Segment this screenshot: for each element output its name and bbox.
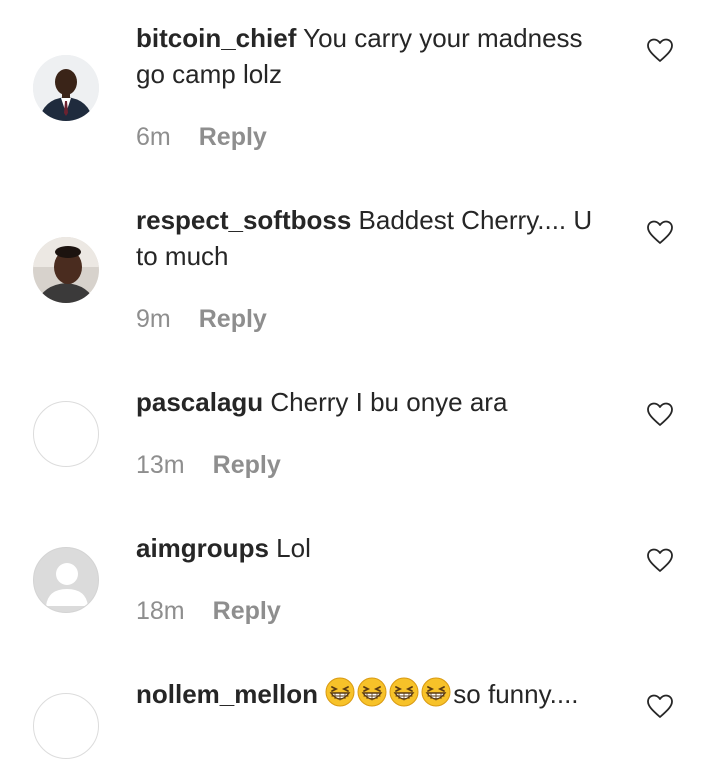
comment-username[interactable]: respect_softboss: [136, 205, 351, 235]
comment-meta: 18m Reply: [136, 597, 281, 626]
comment-timestamp: 18m: [136, 597, 185, 625]
comment-timestamp: 9m: [136, 305, 171, 333]
comment-username[interactable]: bitcoin_chief: [136, 23, 296, 53]
reply-button[interactable]: Reply: [213, 597, 281, 625]
reply-button[interactable]: Reply: [213, 451, 281, 479]
grinning-squinting-face-emoji: [389, 677, 419, 707]
heart-outline-icon[interactable]: [646, 401, 674, 427]
avatar[interactable]: [33, 237, 99, 303]
reply-button[interactable]: Reply: [199, 305, 267, 333]
heart-outline-icon[interactable]: [646, 693, 674, 719]
avatar[interactable]: [33, 547, 99, 613]
comment-meta: 6m Reply: [136, 123, 267, 152]
comment-timestamp: 6m: [136, 123, 171, 151]
avatar[interactable]: [33, 401, 99, 467]
comment-text: respect_softboss Baddest Cherry.... U to…: [136, 202, 616, 274]
comment-message: so funny....: [453, 679, 579, 709]
comment-meta: 13m Reply: [136, 451, 281, 480]
comment-text: pascalagu Cherry I bu onye ara: [136, 384, 616, 420]
grinning-squinting-face-emoji: [325, 677, 355, 707]
comment-meta: 9m Reply: [136, 305, 267, 334]
comment-text: aimgroups Lol: [136, 530, 616, 566]
grinning-squinting-face-emoji: [421, 677, 451, 707]
comment-text: nollem_mellon so funny....: [136, 676, 636, 716]
emoji-group: [325, 677, 453, 716]
heart-outline-icon[interactable]: [646, 547, 674, 573]
grinning-squinting-face-emoji: [357, 677, 387, 707]
default-user-icon: [46, 563, 88, 606]
comment-message: Cherry I bu onye ara: [270, 387, 508, 417]
comment-username[interactable]: pascalagu: [136, 387, 263, 417]
avatar[interactable]: [33, 693, 99, 759]
reply-button[interactable]: Reply: [199, 123, 267, 151]
comment-username[interactable]: aimgroups: [136, 533, 269, 563]
heart-outline-icon[interactable]: [646, 37, 674, 63]
comment-timestamp: 13m: [136, 451, 185, 479]
comment-text: bitcoin_chief You carry your madness go …: [136, 20, 616, 92]
comment-message: Lol: [276, 533, 311, 563]
comment-username[interactable]: nollem_mellon: [136, 679, 318, 709]
heart-outline-icon[interactable]: [646, 219, 674, 245]
avatar[interactable]: [33, 55, 99, 121]
